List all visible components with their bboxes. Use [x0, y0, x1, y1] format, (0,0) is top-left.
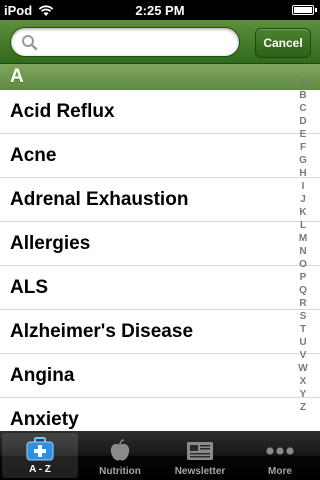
cancel-button[interactable]: Cancel: [255, 28, 311, 58]
index-letter[interactable]: Z: [300, 401, 306, 414]
tab-label: Nutrition: [99, 466, 141, 477]
tab-label: A - Z: [29, 464, 51, 475]
index-letter[interactable]: D: [299, 115, 306, 128]
index-letter[interactable]: J: [300, 193, 306, 206]
list-item[interactable]: Angina: [0, 354, 320, 398]
index-letter[interactable]: V: [300, 349, 307, 362]
index-letter[interactable]: B: [299, 89, 306, 102]
tab-newsletter[interactable]: Newsletter: [160, 431, 240, 480]
battery-icon: [292, 5, 317, 15]
more-dots-icon: [265, 437, 295, 465]
tab-a-z[interactable]: A - Z: [2, 433, 78, 478]
index-letter[interactable]: U: [299, 336, 306, 349]
tab-bar: A - Z Nutrition Newsletter More: [0, 431, 320, 480]
tab-nutrition[interactable]: Nutrition: [80, 431, 160, 480]
search-icon: [21, 34, 38, 51]
status-bar: iPod 2:25 PM: [0, 0, 320, 20]
index-letter[interactable]: O: [299, 258, 307, 271]
section-index[interactable]: ABCDEFGHIJKLMNOPQRSTUVWXYZ: [296, 76, 310, 414]
index-letter[interactable]: F: [300, 141, 306, 154]
apple-icon: [105, 437, 135, 465]
list-item[interactable]: Acne: [0, 134, 320, 178]
tab-label: More: [268, 466, 292, 477]
index-letter[interactable]: C: [299, 102, 306, 115]
list-item[interactable]: Acid Reflux: [0, 90, 320, 134]
search-field[interactable]: [10, 27, 240, 57]
index-letter[interactable]: M: [299, 232, 307, 245]
index-letter[interactable]: T: [300, 323, 306, 336]
search-input[interactable]: [41, 32, 231, 52]
index-letter[interactable]: L: [300, 219, 306, 232]
list-item[interactable]: Adrenal Exhaustion: [0, 178, 320, 222]
index-letter[interactable]: E: [300, 128, 307, 141]
index-letter[interactable]: R: [299, 297, 306, 310]
index-letter[interactable]: K: [299, 206, 306, 219]
newspaper-icon: [185, 437, 215, 465]
status-time: 2:25 PM: [135, 3, 185, 18]
medical-kit-icon: [25, 435, 55, 463]
index-letter[interactable]: H: [299, 167, 306, 180]
index-letter[interactable]: Y: [300, 388, 307, 401]
index-letter[interactable]: W: [298, 362, 307, 375]
tab-label: Newsletter: [174, 466, 226, 477]
index-letter[interactable]: G: [299, 154, 307, 167]
list-item[interactable]: Allergies: [0, 222, 320, 266]
index-letter[interactable]: A: [299, 76, 306, 89]
index-letter[interactable]: I: [302, 180, 305, 193]
index-letter[interactable]: X: [300, 375, 307, 388]
list-item[interactable]: ALS: [0, 266, 320, 310]
disease-list[interactable]: A Acid Reflux Acne Adrenal Exhaustion Al…: [0, 64, 320, 431]
index-letter[interactable]: S: [300, 310, 307, 323]
index-letter[interactable]: Q: [299, 284, 307, 297]
index-letter[interactable]: N: [299, 245, 306, 258]
tab-more[interactable]: More: [240, 431, 320, 480]
list-item[interactable]: Anxiety: [0, 398, 320, 431]
list-item[interactable]: Alzheimer's Disease: [0, 310, 320, 354]
index-letter[interactable]: P: [300, 271, 307, 284]
section-header: A: [0, 64, 320, 90]
search-bar: Cancel: [0, 20, 320, 64]
